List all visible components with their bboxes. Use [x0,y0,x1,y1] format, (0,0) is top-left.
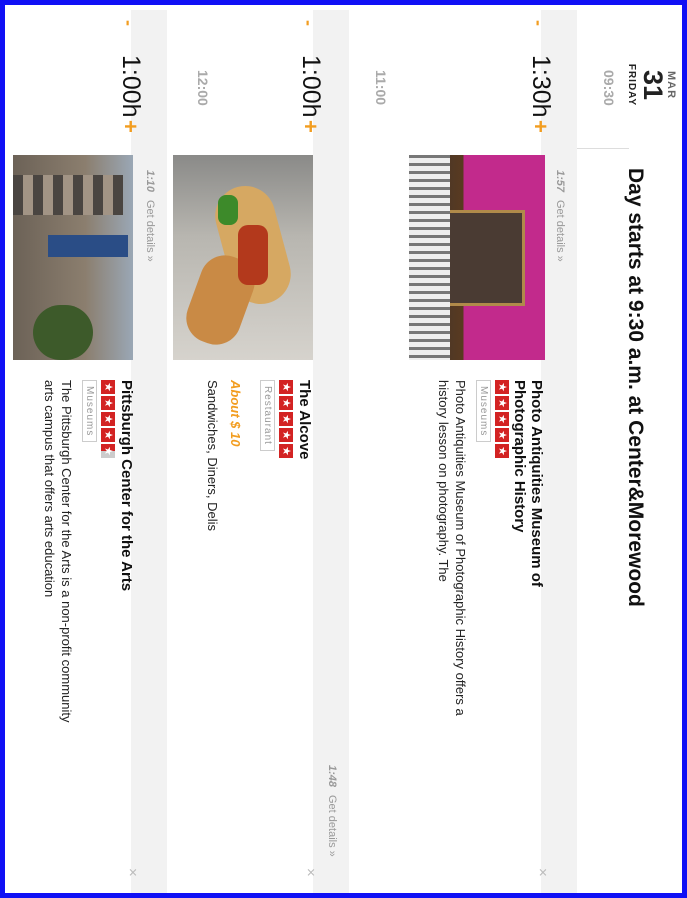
decrease-duration-button[interactable]: - [528,20,549,26]
rating-stars: ★ ★ ★ ★ ★ [101,380,115,458]
stop-start-time: 12:00 [195,70,211,106]
stop-duration: 1:00h [117,55,145,118]
travel-time: 1:48 [326,765,338,788]
stop-duration: 1:30h [527,55,555,118]
date-weekday: FRIDAY [626,63,637,107]
get-details-link[interactable]: Get details » [554,200,566,262]
star-icon: ★ [495,444,509,458]
venue-photo[interactable] [173,155,313,360]
venue-name[interactable]: Pittsburgh Center for the Arts [118,380,135,680]
venue-name[interactable]: Photo Antiquities Museum of Photographic… [511,380,545,680]
remove-stop-button[interactable]: × [124,868,141,877]
increase-duration-button[interactable]: + [297,120,323,133]
venue-photo[interactable] [13,155,133,360]
itinerary-stop: 12:00 - 1:00h + Pittsburgh Center for th… [10,10,211,893]
star-icon: ★ [279,396,293,410]
star-icon: ★ [279,444,293,458]
venue-name[interactable]: The Alcove [296,380,313,680]
remove-stop-button[interactable]: × [302,868,319,877]
category-tag: Museums [476,380,491,443]
travel-time: 1:57 [554,170,566,193]
rating-stars: ★ ★ ★ ★ ★ [495,380,509,458]
star-icon: ★ [101,412,115,426]
category-tag: Restaurant [260,380,275,451]
venue-photo[interactable] [409,155,545,360]
increase-duration-button[interactable]: + [117,120,143,133]
get-details-link[interactable]: Get details » [144,200,156,262]
star-icon: ★ [101,396,115,410]
star-icon: ★ [279,380,293,394]
star-icon: ★ [279,428,293,442]
itinerary-stop: 09:30 - 1:30h + Photo Antiquities Museum… [393,10,617,893]
travel-band: 1:57 Get details » [541,10,577,893]
category-tag: Museums [82,380,97,443]
travel-band: 1:10 Get details » [131,10,167,893]
itinerary-stop: 11:00 - 1:00h + The Alcove ★ ★ ★ ★ ★ Res… [163,10,389,893]
star-icon: ★ [279,412,293,426]
stop-duration: 1:00h [297,55,325,118]
page-title: Day starts at 9:30 a.m. at Center&Morewo… [624,168,647,607]
price-label: About $ 10 [228,380,243,447]
venue-description: Photo Antiquities Museum of Photographic… [436,380,468,716]
venue-description: Sandwiches, Diners, Delis [205,380,220,532]
decrease-duration-button[interactable]: - [118,20,139,26]
star-icon: ★ [495,380,509,394]
stop-start-time: 09:30 [601,70,617,106]
star-icon: ★ [495,396,509,410]
itinerary-page: MAR 31 FRIDAY Day starts at 9:30 a.m. at… [10,10,682,893]
get-details-link[interactable]: Get details » [326,795,338,857]
decrease-duration-button[interactable]: - [298,20,319,26]
venue-description: The Pittsburgh Center for the Arts is a … [42,380,74,723]
date-day: 31 [638,69,668,101]
travel-time: 1:10 [144,170,156,193]
rating-stars: ★ ★ ★ ★ ★ [279,380,293,458]
increase-duration-button[interactable]: + [527,120,553,133]
star-icon: ★ [101,380,115,394]
star-icon: ★ [101,428,115,442]
travel-band: 1:48 Get details » [313,10,349,893]
half-star-icon: ★ [101,444,115,458]
star-icon: ★ [495,428,509,442]
app-frame: MAR 31 FRIDAY Day starts at 9:30 a.m. at… [0,0,687,898]
stop-start-time: 11:00 [373,70,389,106]
remove-stop-button[interactable]: × [534,868,551,877]
star-icon: ★ [495,412,509,426]
